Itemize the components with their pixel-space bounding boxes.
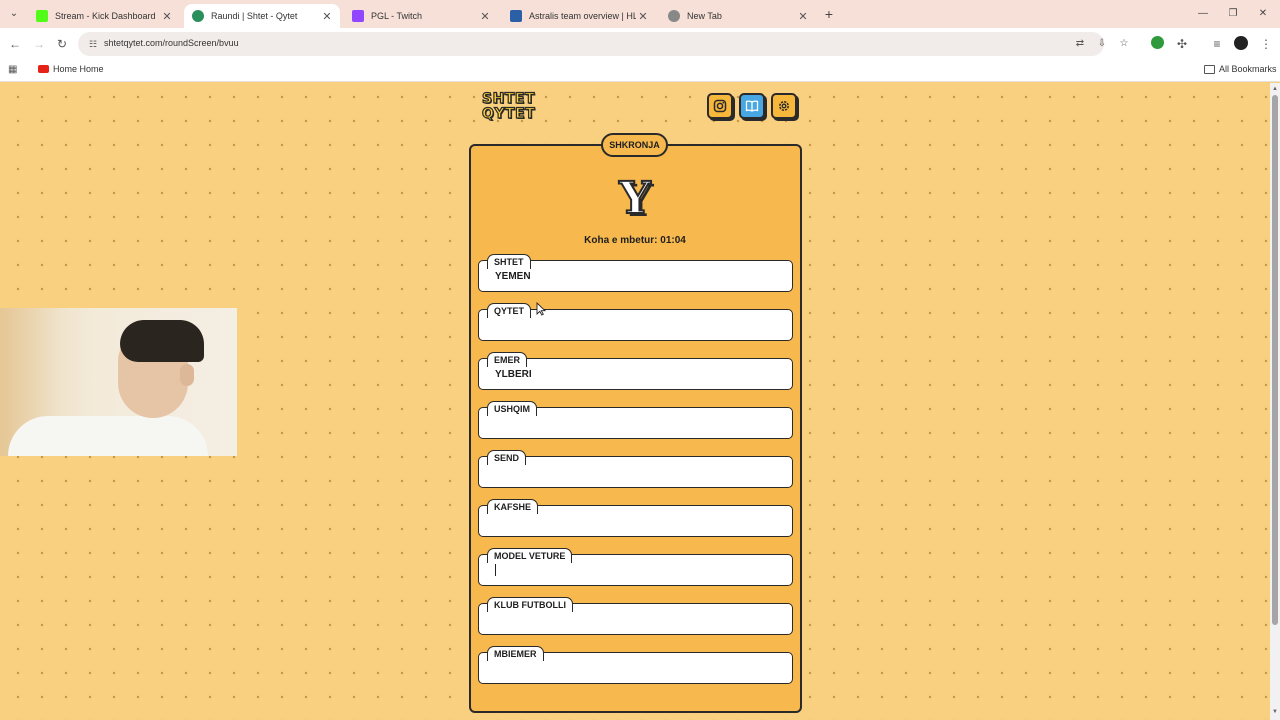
tab-kick-dashboard[interactable]: Stream - Kick Dashboard ✕ bbox=[28, 4, 180, 28]
scroll-up-icon[interactable]: ▲ bbox=[1272, 86, 1278, 92]
chrome-favicon-icon bbox=[668, 10, 680, 22]
forward-icon[interactable]: → bbox=[31, 36, 47, 52]
url-text[interactable]: shtetqytet.com/roundScreen/bvuu bbox=[104, 38, 239, 48]
install-icon[interactable]: ⇩ bbox=[1095, 37, 1109, 51]
hltv-favicon-icon bbox=[510, 10, 522, 22]
tab-title: Stream - Kick Dashboard bbox=[55, 11, 156, 21]
youtube-icon bbox=[38, 65, 49, 73]
twitch-favicon-icon bbox=[352, 10, 364, 22]
scroll-down-icon[interactable]: ▼ bbox=[1272, 709, 1278, 715]
reload-icon[interactable]: ↻ bbox=[54, 36, 70, 52]
tab-strip: ⌄ Stream - Kick Dashboard ✕ Raundi | Sht… bbox=[0, 0, 1280, 28]
time-remaining: Koha e mbetur: 01:04 bbox=[584, 235, 686, 246]
menu-dots-icon[interactable]: ⋮ bbox=[1258, 36, 1274, 52]
tab-shtet-qytet[interactable]: Raundi | Shtet - Qytet ✕ bbox=[184, 4, 340, 28]
webcam-person-shirt bbox=[8, 416, 208, 456]
site-logo[interactable]: SHTET QYTET bbox=[481, 91, 548, 124]
mouse-cursor-icon bbox=[536, 302, 546, 316]
field-ushqim-label: USHQIM bbox=[487, 401, 537, 416]
field-mbiemer-label: MBIEMER bbox=[487, 646, 544, 661]
close-tab-icon[interactable]: ✕ bbox=[636, 10, 650, 23]
apps-grid-icon[interactable]: ▦ bbox=[8, 64, 20, 76]
new-tab-button[interactable]: + bbox=[822, 6, 836, 22]
scroll-thumb[interactable] bbox=[1272, 95, 1278, 625]
field-emer-label: EMER bbox=[487, 352, 528, 367]
logo-text-bottom: QYTET bbox=[481, 106, 536, 122]
tab-title: Astralis team overview | HLTV.o bbox=[529, 11, 636, 21]
site-favicon-icon bbox=[192, 10, 204, 22]
extension-icon[interactable] bbox=[1151, 36, 1164, 49]
profile-avatar[interactable] bbox=[1234, 36, 1248, 50]
instagram-button[interactable] bbox=[707, 93, 733, 119]
bookmark-star-icon[interactable]: ☆ bbox=[1117, 37, 1131, 51]
instagram-icon bbox=[713, 99, 727, 113]
tab-pgl-twitch[interactable]: PGL - Twitch ✕ bbox=[344, 4, 498, 28]
tab-title: PGL - Twitch bbox=[371, 11, 423, 21]
address-bar[interactable]: ☷ shtetqytet.com/roundScreen/bvuu ⇄ ⇩ ☆ bbox=[78, 32, 1128, 56]
tab-hltv[interactable]: Astralis team overview | HLTV.o ✕ bbox=[502, 4, 656, 28]
letter-header: SHKRONJA bbox=[601, 133, 668, 157]
tab-title: New Tab bbox=[687, 11, 722, 21]
book-icon bbox=[745, 100, 759, 112]
field-shtet-label: SHTET bbox=[487, 254, 531, 269]
field-kafshe-label: KAFSHE bbox=[487, 499, 539, 514]
field-send-label: SEND bbox=[487, 450, 527, 465]
settings-button[interactable] bbox=[771, 93, 797, 119]
navigation-bar: ← → ↻ ☷ shtetqytet.com/roundScreen/bvuu … bbox=[0, 28, 1280, 59]
tab-title: Raundi | Shtet - Qytet bbox=[211, 11, 298, 21]
minimize-icon[interactable]: — bbox=[1196, 6, 1210, 22]
close-tab-icon[interactable]: ✕ bbox=[478, 10, 492, 23]
bookmark-home[interactable]: Home Home bbox=[53, 64, 104, 74]
webcam-overlay bbox=[0, 308, 237, 456]
close-tab-icon[interactable]: ✕ bbox=[320, 10, 334, 23]
tab-new-tab[interactable]: New Tab ✕ bbox=[660, 4, 816, 28]
close-tab-icon[interactable]: ✕ bbox=[160, 10, 174, 23]
field-qytet-label: QYTET bbox=[487, 303, 532, 318]
field-model-veture-label: MODEL VETURE bbox=[487, 548, 573, 563]
rules-book-button[interactable] bbox=[739, 93, 765, 119]
media-controls-icon[interactable]: ≡ bbox=[1209, 36, 1225, 52]
bookmarks-bar: ▦ Home Home All Bookmarks bbox=[0, 59, 1280, 82]
webcam-person-ear bbox=[180, 364, 194, 386]
page-scrollbar[interactable]: ▲ ▼ bbox=[1270, 83, 1280, 720]
webcam-person-hair bbox=[120, 320, 204, 362]
gear-icon bbox=[779, 101, 789, 111]
text-caret bbox=[495, 564, 496, 576]
all-bookmarks-button[interactable]: All Bookmarks bbox=[1219, 64, 1277, 74]
field-emer-value[interactable]: YLBERI bbox=[495, 369, 532, 380]
site-info-icon[interactable]: ☷ bbox=[87, 38, 99, 50]
close-window-icon[interactable]: ✕ bbox=[1256, 6, 1270, 22]
field-klub-futbolli-label: KLUB FUTBOLLI bbox=[487, 597, 573, 612]
restore-icon[interactable]: ❐ bbox=[1226, 6, 1240, 22]
extensions-puzzle-icon[interactable]: ✣ bbox=[1174, 36, 1190, 52]
logo-text-top: SHTET bbox=[481, 91, 535, 107]
field-shtet-value[interactable]: YEMEN bbox=[495, 271, 531, 282]
translate-icon[interactable]: ⇄ bbox=[1073, 37, 1087, 51]
tab-search-icon[interactable]: ⌄ bbox=[6, 6, 22, 22]
round-letter: Y bbox=[618, 172, 651, 225]
close-tab-icon[interactable]: ✕ bbox=[796, 10, 810, 23]
kick-favicon-icon bbox=[36, 10, 48, 22]
folder-icon bbox=[1204, 65, 1215, 74]
back-icon[interactable]: ← bbox=[7, 36, 23, 52]
